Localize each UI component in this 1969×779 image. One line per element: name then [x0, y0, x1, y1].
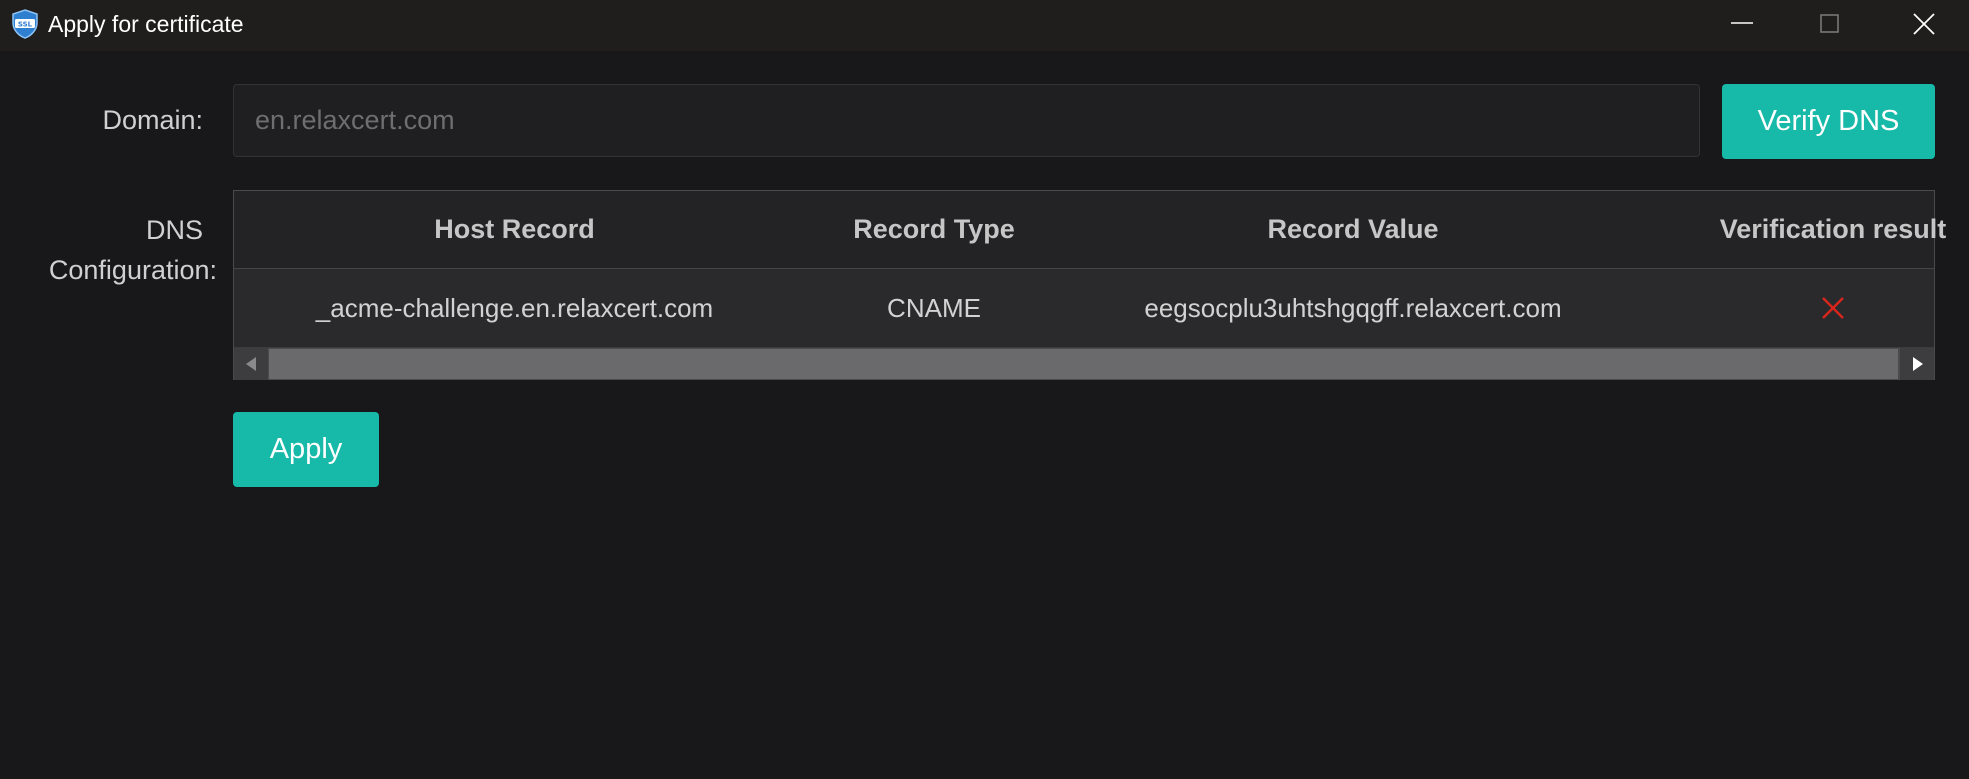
title-bar: SSL Apply for certificate: [0, 0, 1969, 51]
verification-result-cell: [1633, 269, 1969, 347]
scroll-right-arrow-icon: [1913, 357, 1923, 371]
dns-records-table: Host Record Record Type Record Value Ver…: [233, 190, 1946, 380]
horizontal-scrollbar[interactable]: [234, 347, 1934, 380]
apply-button[interactable]: Apply: [233, 412, 379, 487]
table-row[interactable]: _acme-challenge.en.relaxcert.com CNAME e…: [234, 269, 1934, 347]
window-title: Apply for certificate: [48, 11, 244, 37]
column-header-record-type[interactable]: Record Type: [795, 191, 1073, 268]
domain-input[interactable]: [233, 84, 1700, 157]
host-record-cell: _acme-challenge.en.relaxcert.com: [315, 292, 714, 323]
column-header-verification-result[interactable]: Verification result: [1633, 191, 1969, 268]
close-button[interactable]: [1878, 0, 1969, 46]
scroll-left-arrow-icon: [246, 357, 256, 371]
ssl-icon-text: SSL: [18, 21, 33, 29]
close-icon: [1913, 13, 1935, 35]
scroll-left-button[interactable]: [234, 348, 268, 380]
verify-dns-button[interactable]: Verify DNS: [1722, 84, 1935, 159]
maximize-button[interactable]: [1784, 0, 1876, 46]
minimize-icon: [1731, 22, 1753, 24]
dns-label-line2: Configuration:: [48, 255, 217, 285]
maximize-icon: [1820, 14, 1839, 33]
scrollbar-thumb[interactable]: [269, 349, 1898, 379]
table-header: Host Record Record Type Record Value Ver…: [234, 191, 1946, 269]
record-value-cell: eegsocplu3uhtshgqgff.relaxcert.com: [1144, 292, 1562, 323]
ssl-shield-icon: SSL: [12, 9, 38, 39]
failed-x-icon: [1822, 297, 1844, 319]
column-header-host-record[interactable]: Host Record: [234, 191, 795, 268]
minimize-button[interactable]: [1696, 0, 1788, 46]
domain-label: Domain:: [102, 105, 203, 135]
record-type-cell: CNAME: [887, 292, 981, 323]
dns-configuration-label: DNS Configuration:: [0, 210, 217, 290]
dns-label-line1: DNS: [145, 215, 203, 245]
column-header-record-value[interactable]: Record Value: [1073, 191, 1633, 268]
scroll-right-button[interactable]: [1900, 348, 1934, 380]
